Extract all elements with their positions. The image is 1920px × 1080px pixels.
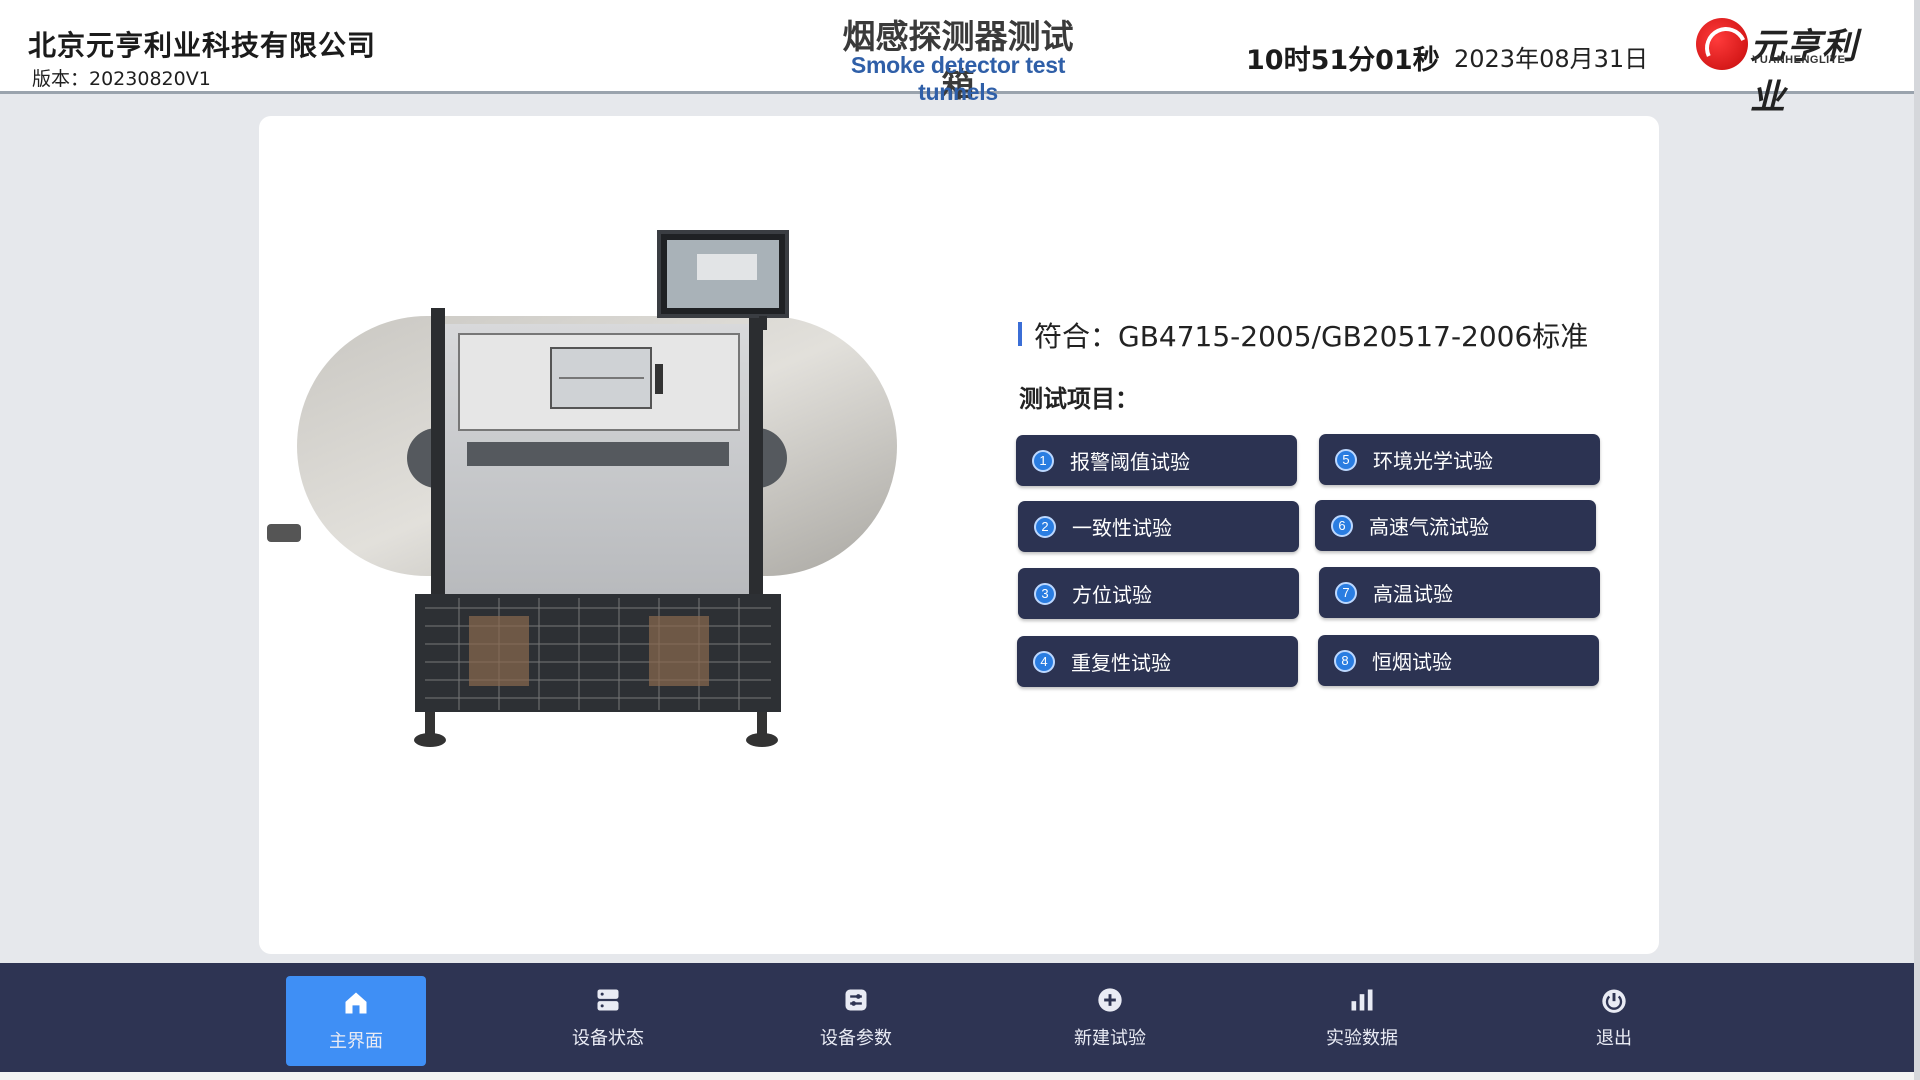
- standard-text: 符合：GB4715-2005/GB20517-2006标准: [1034, 320, 1589, 353]
- standard-accent-bar: [1018, 322, 1022, 346]
- test-button-repeatability[interactable]: 4 重复性试验: [1017, 636, 1298, 687]
- nav-home[interactable]: 主界面: [286, 976, 426, 1066]
- test-button-high-temperature[interactable]: 7 高温试验: [1319, 567, 1600, 618]
- nav-label: 设备参数: [820, 1027, 892, 1049]
- nav-label: 退出: [1596, 1027, 1632, 1049]
- test-button-label: 报警阈值试验: [1070, 450, 1190, 474]
- logo-icon: [1696, 18, 1748, 70]
- nav-label: 新建试验: [1074, 1027, 1146, 1049]
- company-logo: 元亨利业 YUANHENGLIYE: [1696, 16, 1886, 118]
- clock-time: 10时51分01秒: [1246, 45, 1440, 76]
- plus-circle-icon: [1098, 987, 1122, 1012]
- main-card: 符合：GB4715-2005/GB20517-2006标准 测试项目： 1 报警…: [259, 116, 1659, 954]
- test-button-label: 重复性试验: [1071, 651, 1171, 675]
- test-button-label: 恒烟试验: [1372, 650, 1452, 674]
- test-items-label: 测试项目：: [1019, 385, 1139, 413]
- nav-new-test[interactable]: 新建试验: [1040, 963, 1180, 1072]
- test-button-alarm-threshold[interactable]: 1 报警阈值试验: [1016, 435, 1297, 486]
- test-button-label: 方位试验: [1072, 583, 1152, 607]
- app-subtitle: Smoke detector test tunnels: [850, 52, 1066, 105]
- logo-text: 元亨利业: [1750, 27, 1859, 118]
- number-badge: 8: [1334, 649, 1356, 672]
- test-button-label: 高温试验: [1373, 582, 1453, 606]
- test-button-constant-smoke[interactable]: 8 恒烟试验: [1318, 635, 1599, 686]
- sliders-icon: [845, 989, 867, 1010]
- server-icon: [597, 989, 619, 1010]
- nav-label: 设备状态: [572, 1027, 644, 1049]
- clock-date: 2023年08月31日: [1454, 45, 1649, 73]
- number-badge: 7: [1335, 581, 1357, 604]
- nav-label: 实验数据: [1326, 1027, 1398, 1049]
- number-badge: 4: [1033, 650, 1055, 673]
- number-badge: 3: [1034, 582, 1056, 605]
- test-button-high-airflow[interactable]: 6 高速气流试验: [1315, 500, 1596, 551]
- number-badge: 5: [1335, 448, 1357, 471]
- nav-label: 主界面: [329, 1031, 383, 1052]
- version-label: 版本：20230820V1: [32, 68, 211, 90]
- header: 北京元亨利业科技有限公司 版本：20230820V1 烟感探测器测试箱 Smok…: [0, 0, 1920, 118]
- nav-exit[interactable]: 退出: [1544, 963, 1684, 1072]
- test-button-ambient-light[interactable]: 5 环境光学试验: [1319, 434, 1600, 485]
- right-scroll-edge: [1914, 0, 1920, 1080]
- test-button-label: 一致性试验: [1072, 516, 1172, 540]
- nav-device-status[interactable]: 设备状态: [538, 963, 678, 1072]
- home-icon: [345, 992, 367, 1014]
- bar-chart-icon: [1351, 989, 1373, 1010]
- test-button-orientation[interactable]: 3 方位试验: [1018, 568, 1299, 619]
- number-badge: 1: [1032, 449, 1054, 472]
- bottom-strip: [0, 1072, 1920, 1080]
- logo-subtext: YUANHENGLIYE: [1752, 54, 1846, 66]
- power-icon: [1602, 989, 1626, 1013]
- bottom-nav: 主界面 设备状态 设备参数 新建试验 实验数据 退出: [0, 963, 1920, 1072]
- test-button-label: 高速气流试验: [1369, 515, 1489, 539]
- number-badge: 2: [1034, 515, 1056, 538]
- company-name: 北京元亨利业科技有限公司: [28, 29, 377, 62]
- nav-test-data[interactable]: 实验数据: [1292, 963, 1432, 1072]
- nav-device-params[interactable]: 设备参数: [786, 963, 926, 1072]
- test-button-consistency[interactable]: 2 一致性试验: [1018, 501, 1299, 552]
- test-button-label: 环境光学试验: [1373, 449, 1493, 473]
- number-badge: 6: [1331, 514, 1353, 537]
